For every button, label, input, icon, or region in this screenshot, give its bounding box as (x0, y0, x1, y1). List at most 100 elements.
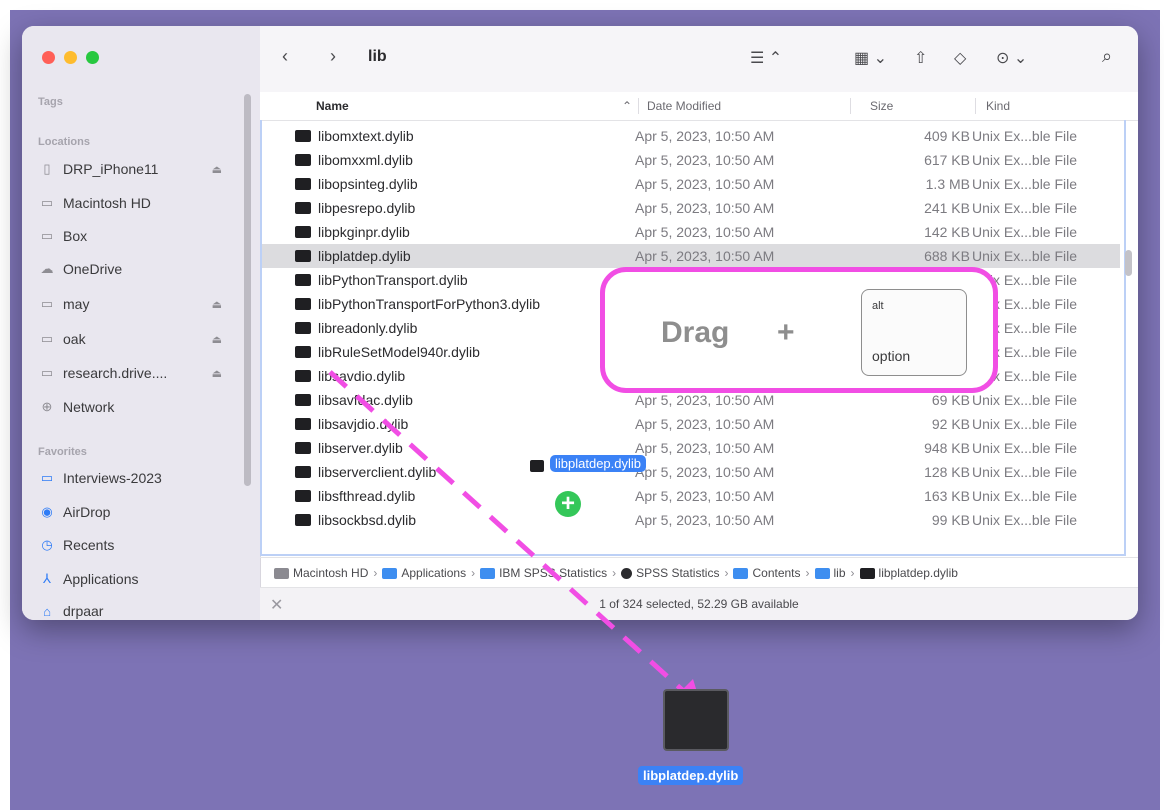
table-row-selected[interactable]: libplatdep.dylib Apr 5, 2023, 10:50 AM 688… (262, 244, 1120, 268)
path-item[interactable]: IBM SPSS Statistics (499, 566, 607, 580)
sidebar-item-label: Interviews-2023 (63, 470, 162, 486)
sidebar: Tags Locations ▯ DRP_iPhone11 ⏏ ▭ Macint… (22, 26, 261, 620)
more-icon[interactable]: ⊙ ⌄ (996, 48, 1027, 68)
list-view-icon[interactable]: ☰ ⌃ (750, 48, 782, 68)
path-item[interactable]: Macintosh HD (293, 566, 368, 580)
chevron-right-icon: › (471, 566, 476, 580)
tags-heading[interactable]: Tags (38, 96, 63, 108)
sidebar-item-box[interactable]: ▭ Box (38, 225, 246, 247)
table-row[interactable]: libpkginpr.dylib Apr 5, 2023, 10:50 AM 142… (262, 220, 1120, 244)
path-item[interactable]: lib (834, 566, 846, 580)
favorites-heading[interactable]: Favorites (38, 446, 87, 458)
sidebar-item-label: Applications (63, 571, 139, 587)
option-key: alt option (861, 289, 967, 376)
table-row[interactable]: libopsinteg.dylib Apr 5, 2023, 10:50 AM 1.… (262, 172, 1120, 196)
executable-icon (295, 394, 311, 406)
chevron-right-icon: › (373, 566, 378, 580)
executable-icon (295, 130, 311, 142)
drive-icon: ▭ (40, 195, 54, 210)
sidebar-item-recents[interactable]: ◷ Recents (38, 534, 246, 556)
column-size[interactable]: Size (870, 99, 893, 113)
table-row[interactable]: libomxtext.dylib Apr 5, 2023, 10:50 AM 409… (262, 124, 1120, 148)
sidebar-scrollbar[interactable] (244, 94, 251, 486)
path-item[interactable]: SPSS Statistics (636, 566, 719, 580)
sidebar-item-label: Network (63, 399, 115, 415)
chevron-right-icon: › (850, 566, 855, 580)
executable-icon (295, 178, 311, 190)
column-kind[interactable]: Kind (986, 99, 1010, 113)
executable-icon (295, 274, 311, 286)
executable-icon (295, 418, 311, 430)
executable-icon (295, 322, 311, 334)
sidebar-item-label: research.drive.... (63, 365, 168, 381)
chevron-right-icon: › (612, 566, 617, 580)
window-controls (42, 51, 99, 64)
table-row[interactable]: libserverclient.dylib Apr 5, 2023, 10:50 … (262, 460, 1120, 484)
drive-icon (274, 567, 289, 579)
sidebar-item-macintosh-hd[interactable]: ▭ Macintosh HD (38, 192, 246, 214)
plus-label: + (777, 316, 795, 349)
copy-plus-badge-icon: + (555, 491, 581, 517)
key-alt-label: alt (872, 300, 884, 312)
sidebar-item-network[interactable]: ⊕ Network (38, 396, 246, 418)
status-bar: ✕ 1 of 324 selected, 52.29 GB available (260, 587, 1138, 620)
table-row[interactable]: libsfthread.dylib Apr 5, 2023, 10:50 AM 16… (262, 484, 1120, 508)
chevron-right-icon: › (805, 566, 810, 580)
dragged-file-ghost[interactable]: libplatdep.dylib (526, 450, 676, 490)
desktop-file-label[interactable]: libplatdep.dylib (638, 766, 744, 785)
search-icon[interactable]: ⌕ (1102, 46, 1112, 67)
path-item[interactable]: Applications (401, 566, 466, 580)
cloud-icon: ☁ (40, 261, 54, 276)
sidebar-item-drp-iphone11[interactable]: ▯ DRP_iPhone11 ⏏ (38, 158, 246, 180)
eject-icon[interactable]: ⏏ (212, 333, 222, 346)
column-name[interactable]: Name (316, 99, 349, 113)
sidebar-item-label: Box (63, 228, 88, 244)
eject-icon[interactable]: ⏏ (212, 298, 222, 311)
phone-icon: ▯ (43, 161, 51, 176)
table-row[interactable]: libpesrepo.dylib Apr 5, 2023, 10:50 AM 241… (262, 196, 1120, 220)
table-row[interactable]: libsockbsd.dylib Apr 5, 2023, 10:50 AM 99 … (262, 508, 1120, 532)
group-icon[interactable]: ▦ ⌄ (854, 48, 887, 68)
airdrop-icon: ◉ (41, 504, 53, 519)
locations-heading[interactable]: Locations (38, 136, 90, 148)
tag-icon[interactable]: ◇ (954, 48, 966, 68)
home-icon: ⌂ (43, 603, 51, 619)
sidebar-item-applications[interactable]: ⅄ Applications (38, 568, 246, 590)
column-divider (638, 98, 639, 114)
path-item[interactable]: Contents (752, 566, 800, 580)
path-item[interactable]: libplatdep.dylib (879, 566, 958, 580)
app-icon (621, 567, 633, 579)
sidebar-item-label: AirDrop (63, 504, 111, 520)
sidebar-item-interviews-2023[interactable]: ▭ Interviews-2023 (38, 467, 246, 489)
folder-icon: ▭ (40, 470, 54, 485)
sidebar-item-may[interactable]: ▭ may ⏏ (38, 293, 246, 315)
sidebar-item-research-drive[interactable]: ▭ research.drive.... ⏏ (38, 362, 246, 384)
list-scrollbar[interactable] (1125, 250, 1132, 276)
status-text: 1 of 324 selected, 52.29 GB available (599, 597, 799, 611)
eject-icon[interactable]: ⏏ (212, 367, 222, 380)
table-row[interactable]: libsavjdio.dylib Apr 5, 2023, 10:50 AM 92 … (262, 412, 1120, 436)
display-icon: ▭ (40, 365, 54, 380)
folder-icon (733, 567, 749, 579)
table-row[interactable]: libomxxml.dylib Apr 5, 2023, 10:50 AM 617 … (262, 148, 1120, 172)
sidebar-item-label: drpaar (63, 603, 104, 619)
minimize-button[interactable] (64, 51, 77, 64)
close-button[interactable] (42, 51, 55, 64)
forward-icon[interactable]: › (330, 46, 336, 67)
table-row[interactable]: libserver.dylib Apr 5, 2023, 10:50 AM 948 … (262, 436, 1120, 460)
sidebar-item-label: oak (63, 331, 86, 347)
executable-icon (295, 250, 311, 262)
desktop-file-icon[interactable] (663, 689, 729, 751)
column-date-modified[interactable]: Date Modified (647, 99, 721, 113)
sidebar-item-label: Recents (63, 537, 115, 553)
sidebar-item-airdrop[interactable]: ◉ AirDrop (38, 501, 246, 523)
sidebar-item-drpaar[interactable]: ⌂ drpaar (38, 600, 246, 620)
sidebar-item-onedrive[interactable]: ☁ OneDrive (38, 258, 246, 280)
zoom-button[interactable] (86, 51, 99, 64)
sidebar-item-oak[interactable]: ▭ oak ⏏ (38, 328, 246, 350)
clock-icon: ◷ (41, 537, 53, 552)
eject-icon[interactable]: ⏏ (212, 163, 222, 176)
key-option-label: option (872, 348, 911, 364)
back-icon[interactable]: ‹ (282, 46, 288, 67)
share-icon[interactable]: ⇧ (914, 48, 927, 68)
